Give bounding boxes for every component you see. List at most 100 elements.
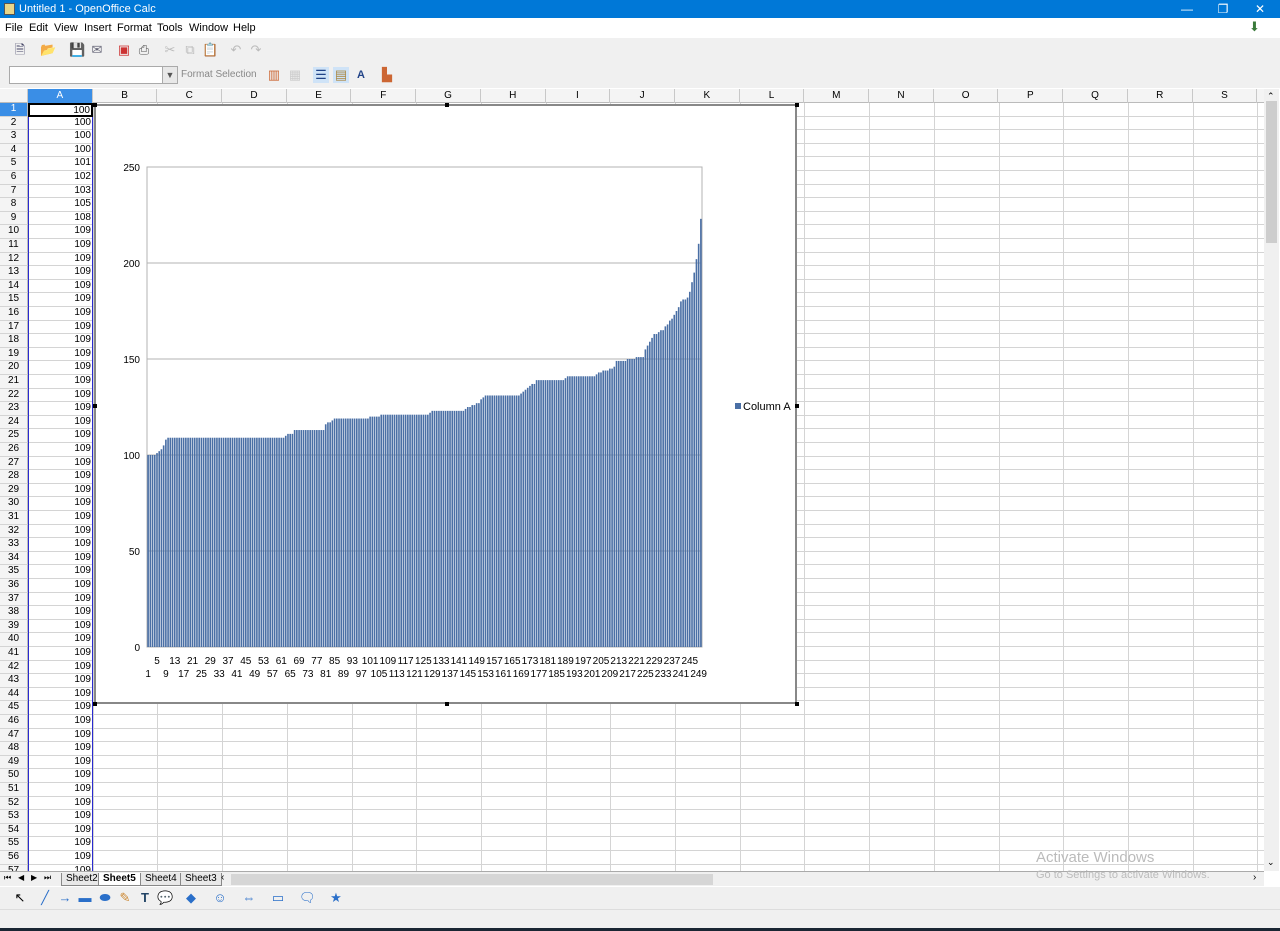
row-header-46[interactable]: 46 [0,715,28,729]
column-header-l[interactable]: L [740,89,805,103]
copy-icon[interactable]: ⧉ [182,42,198,58]
basic-shapes-icon[interactable]: ◆ [183,890,199,906]
cell-a20[interactable]: 109 [28,361,93,375]
chart-type-icon[interactable]: ▥ [266,67,282,83]
format-selection-button[interactable]: Format Selection [181,69,257,80]
minimize-button[interactable]: — [1169,0,1205,18]
row-header-27[interactable]: 27 [0,456,28,471]
menu-window[interactable]: Window [189,22,228,34]
restore-button[interactable]: ❐ [1205,0,1241,18]
cell-a18[interactable]: 109 [28,334,93,348]
column-header-r[interactable]: R [1128,89,1193,103]
cell-a52[interactable]: 109 [28,796,93,811]
column-header-s[interactable]: S [1193,89,1258,103]
scroll-thumb[interactable] [1266,101,1277,243]
cell-a7[interactable]: 103 [28,184,93,199]
scroll-left-icon[interactable]: ‹ [221,872,224,883]
column-header-d[interactable]: D [222,89,287,103]
tab-sheet2[interactable]: Sheet2 [61,873,103,886]
redo-icon[interactable]: ↷ [248,42,264,58]
row-header-17[interactable]: 17 [0,320,28,335]
cell-a42[interactable]: 109 [28,660,93,675]
row-header-33[interactable]: 33 [0,538,28,552]
paste-icon[interactable]: 📋 [202,42,218,58]
row-header-22[interactable]: 22 [0,388,28,403]
resize-handle[interactable] [445,103,449,107]
cell-a44[interactable]: 109 [28,687,93,702]
cell-a56[interactable]: 109 [28,851,93,865]
cell-a27[interactable]: 109 [28,456,93,471]
select-arrow-icon[interactable]: ↖ [12,890,28,906]
horizontal-grids-icon[interactable]: ☰ [313,67,329,83]
chart-object[interactable]: 0 50 100 150 200 250 1 5 9 13 17 21 25 29 33 37 41 45 49 53… [93,103,799,706]
row-header-35[interactable]: 35 [0,565,28,579]
cell-a29[interactable]: 109 [28,483,93,498]
cut-icon[interactable]: ✂ [162,42,178,58]
cell-a22[interactable]: 109 [28,388,93,403]
export-pdf-icon[interactable]: ▣ [116,42,132,58]
cell-a11[interactable]: 109 [28,239,93,253]
cell-a14[interactable]: 109 [28,279,93,294]
row-header-28[interactable]: 28 [0,470,28,484]
resize-handle[interactable] [93,702,97,706]
row-header-6[interactable]: 6 [0,171,28,185]
flowchart-icon[interactable]: ▭ [270,890,286,906]
column-header-h[interactable]: H [481,89,546,103]
menu-edit[interactable]: Edit [29,22,48,34]
row-header-4[interactable]: 4 [0,143,28,158]
row-header-54[interactable]: 54 [0,823,28,838]
row-header-14[interactable]: 14 [0,279,28,294]
callouts-icon[interactable]: 🗨 [299,890,316,906]
row-header-5[interactable]: 5 [0,157,28,171]
column-header-j[interactable]: J [610,89,675,103]
callout-icon[interactable]: 💬 [157,890,173,906]
row-header-13[interactable]: 13 [0,266,28,280]
row-header-32[interactable]: 32 [0,524,28,539]
row-header-24[interactable]: 24 [0,415,28,430]
cell-a3[interactable]: 100 [28,130,93,144]
cell-a6[interactable]: 102 [28,171,93,185]
cell-a12[interactable]: 109 [28,252,93,267]
resize-handle[interactable] [795,404,799,408]
column-header-m[interactable]: M [804,89,870,103]
tab-sheet5[interactable]: Sheet5 [98,873,141,886]
column-header-o[interactable]: O [934,89,999,103]
block-arrows-icon[interactable]: ⇔ [241,890,257,906]
menu-file[interactable]: File [5,22,23,34]
row-header-15[interactable]: 15 [0,293,28,307]
tab-sheet4[interactable]: Sheet4 [140,873,182,886]
column-header-b[interactable]: B [93,89,158,103]
row-header-25[interactable]: 25 [0,429,28,443]
cell-a43[interactable]: 109 [28,674,93,688]
column-header-f[interactable]: F [352,89,417,103]
cell-a13[interactable]: 109 [28,266,93,280]
cell-a2[interactable]: 100 [28,116,93,131]
cell-a31[interactable]: 109 [28,511,93,525]
cell-a53[interactable]: 109 [28,810,93,824]
rectangle-icon[interactable]: ▬ [77,890,93,906]
row-header-11[interactable]: 11 [0,239,28,253]
cell-a41[interactable]: 109 [28,647,93,661]
row-header-34[interactable]: 34 [0,551,28,566]
cell-a9[interactable]: 108 [28,211,93,226]
save-icon[interactable]: 💾 [69,42,85,58]
menu-format[interactable]: Format [117,22,152,34]
cell-a5[interactable]: 101 [28,157,93,171]
row-header-10[interactable]: 10 [0,225,28,239]
resize-handle[interactable] [445,702,449,706]
scale-text-icon[interactable]: A [353,67,369,83]
cell-a37[interactable]: 109 [28,592,93,607]
row-header-1[interactable]: 1 [0,103,28,117]
row-header-21[interactable]: 21 [0,375,28,389]
column-header-q[interactable]: Q [1063,89,1128,103]
cell-a46[interactable]: 109 [28,715,93,729]
row-header-29[interactable]: 29 [0,483,28,498]
row-header-23[interactable]: 23 [0,402,28,416]
cell-a36[interactable]: 109 [28,579,93,593]
close-button[interactable]: ✕ [1242,0,1278,18]
menu-insert[interactable]: Insert [84,22,112,34]
freeform-icon[interactable]: ✎ [117,890,133,906]
ellipse-icon[interactable]: ⬬ [97,890,113,906]
cell-a50[interactable]: 109 [28,769,93,783]
column-header-g[interactable]: G [416,89,481,103]
